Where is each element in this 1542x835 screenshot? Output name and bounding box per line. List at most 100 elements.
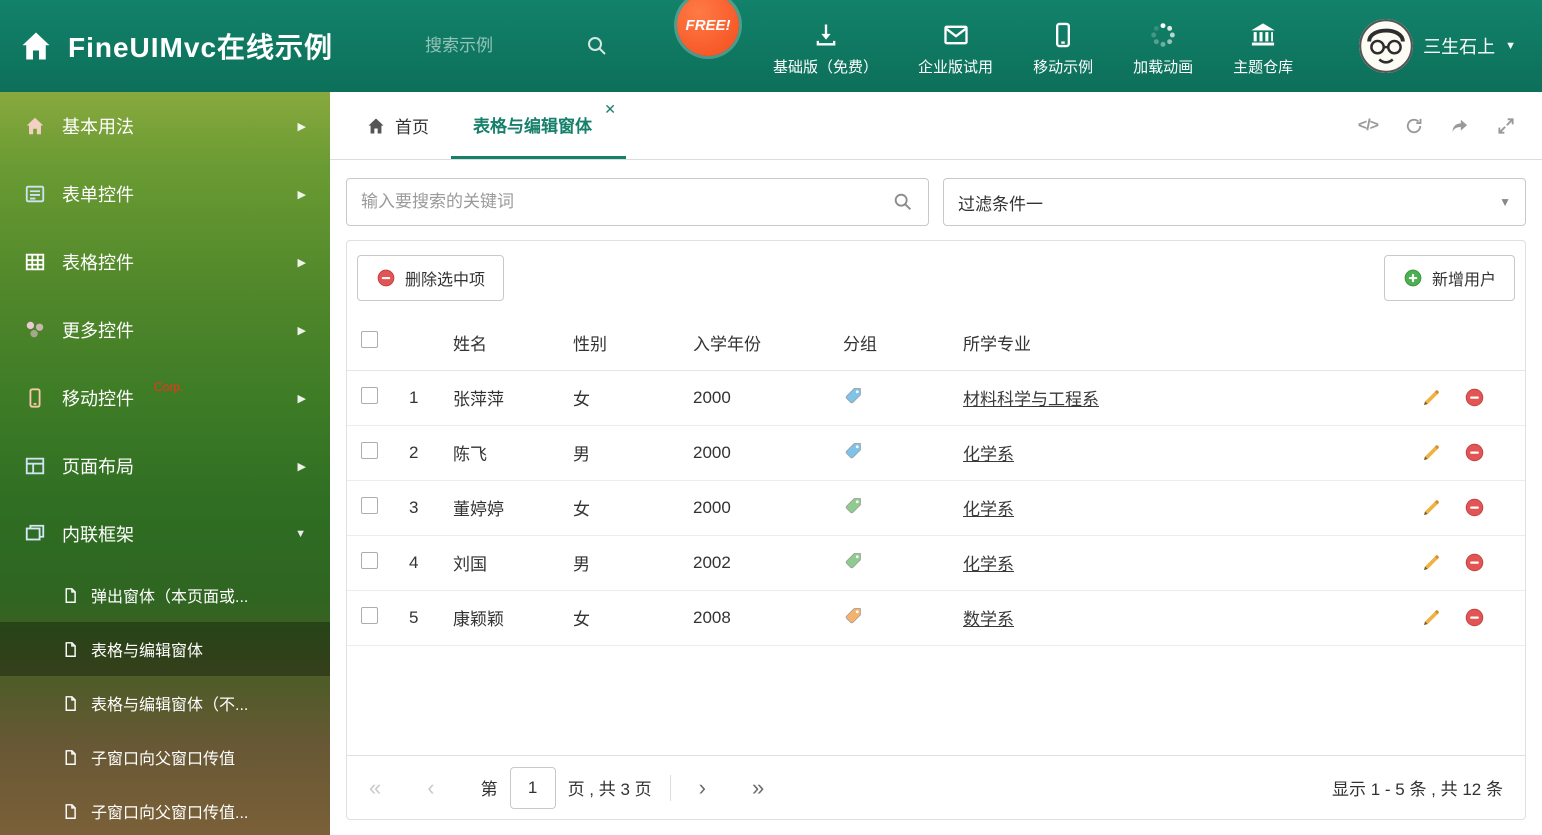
sidebar-subitem-popup-window[interactable]: 弹出窗体（本页面或... — [0, 568, 330, 622]
filter-selected-value: 过滤条件一 — [958, 194, 1043, 214]
edit-pencil-icon[interactable] — [1421, 497, 1442, 518]
last-page-icon[interactable]: » — [752, 775, 764, 801]
fullscreen-icon[interactable] — [1496, 116, 1516, 136]
sidebar-item-basic-usage[interactable]: 基本用法 ▶ — [0, 92, 330, 160]
delete-row-icon[interactable] — [1464, 607, 1485, 628]
row-checkbox[interactable] — [361, 386, 378, 404]
layout-icon — [24, 455, 46, 477]
edit-pencil-icon[interactable] — [1421, 552, 1442, 573]
edit-pencil-icon[interactable] — [1421, 442, 1442, 463]
sidebar-item-label: 移动控件 — [62, 389, 134, 409]
sidebar-subitem-grid-edit-window[interactable]: 表格与编辑窗体 — [0, 622, 330, 676]
open-new-window-icon[interactable] — [1450, 116, 1470, 136]
keyword-search-input[interactable] — [361, 192, 892, 212]
chevron-right-icon: ▶ — [297, 324, 306, 337]
edit-pencil-icon[interactable] — [1421, 607, 1442, 628]
nav-item-enterprise-trial[interactable]: 企业版试用 — [918, 15, 993, 77]
search-icon[interactable] — [892, 191, 914, 213]
tab-grid-edit-window[interactable]: 表格与编辑窗体 ✕ — [451, 92, 626, 159]
delete-row-icon[interactable] — [1464, 442, 1485, 463]
row-checkbox[interactable] — [361, 441, 378, 459]
search-icon[interactable] — [585, 34, 609, 58]
sidebar-subitem-child-to-parent[interactable]: 子窗口向父窗口传值 — [0, 730, 330, 784]
nav-label: 主题仓库 — [1233, 59, 1294, 76]
sidebar-item-inline-frame[interactable]: 内联框架 ▼ — [0, 500, 330, 568]
top-header: FineUIMvc在线示例 FREE! 基础版（免费） 企业版试用 移动示例 加… — [0, 0, 1542, 92]
sidebar-item-page-layout[interactable]: 页面布局 ▶ — [0, 432, 330, 500]
button-label: 删除选中项 — [405, 272, 486, 289]
nav-item-basic-free[interactable]: 基础版（免费） — [773, 15, 878, 77]
refresh-icon[interactable] — [1404, 116, 1424, 136]
pagination-bar: « ‹ 第 页 , 共 3 页 › » 显示 1 - 5 条 , 共 12 条 — [347, 755, 1525, 819]
nav-item-theme-repo[interactable]: 主题仓库 — [1233, 15, 1293, 77]
app-title: FineUIMvc在线示例 — [68, 32, 334, 63]
tab-label: 首页 — [395, 118, 429, 137]
page-number-input[interactable] — [509, 766, 556, 809]
header-search-input[interactable] — [425, 36, 576, 56]
sidebar-item-label: 表格控件 — [62, 253, 134, 273]
grid-toolbar: 删除选中项 新增用户 — [347, 241, 1525, 315]
column-header-name: 姓名 — [447, 315, 567, 371]
sidebar-item-form-controls[interactable]: 表单控件 ▶ — [0, 160, 330, 228]
frames-icon — [24, 523, 46, 545]
minus-circle-icon — [376, 268, 396, 288]
cell-name: 董婷婷 — [447, 480, 567, 536]
sidebar-subitem-label: 表格与编辑窗体（不... — [91, 697, 249, 714]
brand[interactable]: FineUIMvc在线示例 — [0, 26, 333, 66]
column-header-group: 分组 — [837, 315, 957, 371]
home-icon — [18, 28, 54, 64]
table-header-row: 姓名 性别 入学年份 分组 所学专业 — [347, 315, 1525, 371]
delete-row-icon[interactable] — [1464, 387, 1485, 408]
cell-gender: 女 — [567, 590, 687, 646]
major-link[interactable]: 化学系 — [963, 500, 1014, 519]
chevron-right-icon: ▶ — [297, 256, 306, 269]
sidebar-subitem-label: 弹出窗体（本页面或... — [91, 589, 249, 606]
edit-pencil-icon[interactable] — [1421, 387, 1442, 408]
sidebar-item-table-controls[interactable]: 表格控件 ▶ — [0, 228, 330, 296]
tab-home[interactable]: 首页 — [344, 92, 451, 159]
cell-name: 刘国 — [447, 535, 567, 591]
filter-dropdown[interactable]: 过滤条件一 ▼ — [943, 178, 1526, 226]
table-row: 3 董婷婷 女 2000 化学系 — [347, 480, 1525, 536]
divider — [669, 774, 671, 801]
user-menu[interactable]: 三生石上 ▼ — [1359, 19, 1516, 73]
sidebar-item-more-controls[interactable]: 更多控件 ▶ — [0, 296, 330, 364]
close-icon[interactable]: ✕ — [604, 101, 616, 118]
table-row: 5 康颖颖 女 2008 数学系 — [347, 590, 1525, 646]
source-code-icon[interactable]: </> — [1358, 117, 1379, 135]
cell-name: 康颖颖 — [447, 590, 567, 646]
chevron-right-icon: ▶ — [297, 120, 306, 133]
record-count-summary: 显示 1 - 5 条 , 共 12 条 — [1332, 780, 1503, 799]
tag-icon — [843, 501, 864, 520]
nav-item-loading-animation[interactable]: 加载动画 — [1133, 15, 1193, 77]
tab-bar: 首页 表格与编辑窗体 ✕ </> — [330, 92, 1542, 160]
delete-row-icon[interactable] — [1464, 497, 1485, 518]
major-link[interactable]: 化学系 — [963, 555, 1014, 574]
nav-item-mobile-demo[interactable]: 移动示例 — [1033, 15, 1093, 77]
sidebar-subitem-child-to-parent-2[interactable]: 子窗口向父窗口传值... — [0, 784, 330, 835]
add-user-button[interactable]: 新增用户 — [1383, 255, 1515, 301]
major-link[interactable]: 化学系 — [963, 445, 1014, 464]
major-link[interactable]: 材料科学与工程系 — [963, 390, 1099, 409]
plus-circle-icon — [1403, 268, 1423, 288]
sidebar: 基本用法 ▶ 表单控件 ▶ 表格控件 ▶ 更多控件 ▶ 移动控件 Corp. ▶… — [0, 92, 330, 835]
sidebar-subitem-grid-edit-window-alt[interactable]: 表格与编辑窗体（不... — [0, 676, 330, 730]
first-page-icon[interactable]: « — [369, 775, 381, 801]
row-checkbox[interactable] — [361, 496, 378, 514]
select-all-checkbox[interactable] — [361, 331, 378, 349]
file-icon — [62, 749, 79, 766]
row-checkbox[interactable] — [361, 551, 378, 569]
tab-tools: </> — [1358, 92, 1542, 159]
row-checkbox[interactable] — [361, 606, 378, 624]
tag-icon — [843, 391, 864, 410]
sidebar-item-mobile-controls[interactable]: 移动控件 Corp. ▶ — [0, 364, 330, 432]
prev-page-icon[interactable]: ‹ — [427, 775, 434, 801]
chevron-right-icon: ▶ — [297, 460, 306, 473]
nav-label: 基础版（免费） — [773, 59, 879, 76]
next-page-icon[interactable]: › — [699, 775, 706, 801]
home-icon — [24, 115, 46, 137]
delete-row-icon[interactable] — [1464, 552, 1485, 573]
major-link[interactable]: 数学系 — [963, 610, 1014, 629]
file-icon — [62, 587, 79, 604]
delete-selected-button[interactable]: 删除选中项 — [357, 255, 505, 301]
